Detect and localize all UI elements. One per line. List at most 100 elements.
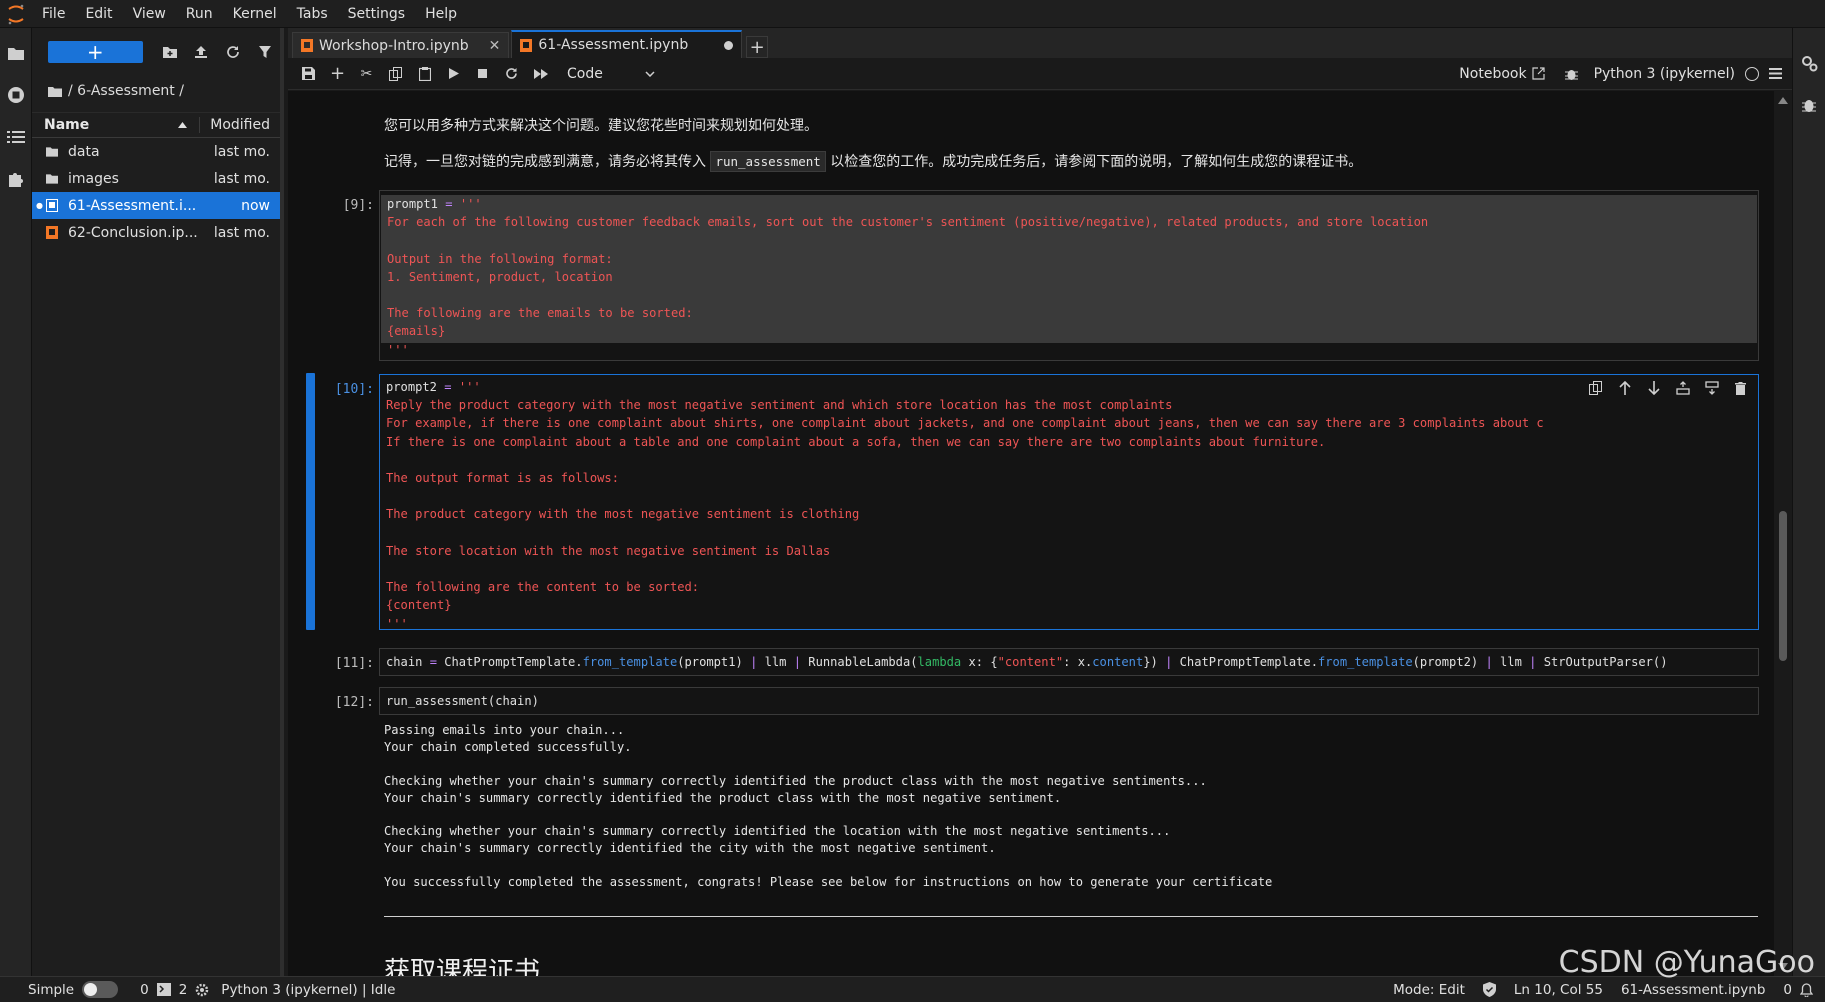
file-name: 62-Conclusion.ip...	[68, 224, 198, 241]
new-folder-icon[interactable]	[155, 39, 186, 65]
code-line: The following are the emails to be sorte…	[387, 306, 693, 321]
notebook-label: Notebook	[1459, 65, 1527, 82]
refresh-icon[interactable]	[218, 39, 249, 65]
notebook-toolbar: + ✂ Code Notebook Python 3 (ipykernel)	[288, 58, 1792, 90]
code-line: {content}	[386, 598, 452, 613]
restart-icon[interactable]	[497, 62, 526, 86]
tab-61-assessment[interactable]: 61-Assessment.ipynb	[511, 30, 743, 58]
debugger-icon[interactable]	[1793, 84, 1825, 126]
file-modified: now	[241, 197, 270, 214]
paste-icon[interactable]	[410, 62, 439, 86]
add-tab-button[interactable]: +	[746, 36, 769, 58]
breadcrumb-path[interactable]: / 6-Assessment /	[68, 83, 184, 99]
file-list-header: Name Modified	[32, 112, 280, 138]
simple-mode-label: Simple	[28, 981, 75, 998]
kernel-count[interactable]: 2	[179, 982, 188, 998]
code-cell-9[interactable]: prompt1 = ''' For each of the following …	[379, 190, 1759, 361]
move-up-icon[interactable]	[1615, 379, 1634, 397]
property-inspector-icon[interactable]	[1793, 42, 1825, 84]
external-link-icon	[1531, 67, 1545, 80]
scroll-thumb[interactable]	[1779, 511, 1787, 661]
run-all-icon[interactable]	[526, 62, 555, 86]
upload-icon[interactable]	[186, 39, 217, 65]
markdown-text: 记得，一旦您对链的完成感到满意，请务必将其传入	[384, 154, 706, 170]
new-launcher-button[interactable]: +	[48, 41, 143, 63]
scroll-up-icon[interactable]	[1778, 97, 1788, 104]
menu-run[interactable]: Run	[176, 0, 223, 28]
cell-type-select[interactable]: Code	[567, 66, 655, 82]
code-line: prompt2 = '''	[386, 380, 481, 394]
file-item-images[interactable]: images last mo.	[32, 165, 280, 192]
breadcrumb[interactable]: / 6-Assessment /	[32, 76, 280, 106]
insert-above-icon[interactable]	[1673, 379, 1692, 397]
duplicate-icon[interactable]	[1586, 379, 1605, 397]
code-cell-11[interactable]: chain = ChatPromptTemplate.from_template…	[379, 648, 1759, 676]
save-icon[interactable]	[294, 62, 323, 86]
document-tab-bar: Workshop-Intro.ipynb ✕ 61-Assessment.ipy…	[288, 28, 1792, 58]
cut-icon[interactable]: ✂	[352, 62, 381, 86]
kernel-status[interactable]: Python 3 (ipykernel) | Idle	[221, 982, 395, 998]
code-line: 1. Sentiment, product, location	[387, 269, 613, 284]
running-icon[interactable]	[0, 74, 32, 116]
running-dot-icon: ●	[36, 201, 43, 210]
menu-file[interactable]: File	[32, 0, 75, 28]
code-line: Output in the following format:	[387, 251, 613, 266]
menu-view[interactable]: View	[123, 0, 176, 28]
debugger-icon[interactable]	[1564, 67, 1578, 81]
bell-icon[interactable]	[1800, 982, 1813, 997]
notification-count[interactable]: 0	[1783, 982, 1792, 998]
cell-prompt: [10]:	[334, 382, 374, 397]
filter-icon[interactable]	[249, 39, 280, 65]
file-modified: last mo.	[213, 143, 270, 160]
notebook-scrollbar[interactable]	[1774, 91, 1792, 976]
notebook-icon	[32, 226, 58, 239]
file-item-61-assessment[interactable]: ● 61-Assessment.i... now	[32, 192, 280, 219]
extension-icon[interactable]	[0, 158, 32, 200]
stop-icon[interactable]	[468, 62, 497, 86]
menu-icon[interactable]	[1769, 68, 1782, 79]
simple-mode-toggle[interactable]	[82, 981, 119, 998]
jupyter-logo-icon	[0, 0, 32, 28]
kernel-name[interactable]: Python 3 (ipykernel)	[1594, 66, 1735, 82]
toc-icon[interactable]	[0, 116, 32, 158]
close-icon[interactable]: ✕	[489, 38, 501, 54]
file-item-data[interactable]: data last mo.	[32, 138, 280, 165]
terminal-count[interactable]: 0	[140, 982, 149, 998]
unsaved-dot-icon[interactable]	[724, 40, 734, 50]
menu-kernel[interactable]: Kernel	[223, 0, 287, 28]
tab-workshop-intro[interactable]: Workshop-Intro.ipynb ✕	[292, 32, 510, 58]
run-icon[interactable]	[439, 62, 468, 86]
folder-icon[interactable]	[0, 32, 32, 74]
left-activity-bar	[0, 28, 32, 976]
delete-icon[interactable]	[1731, 379, 1750, 397]
menu-help[interactable]: Help	[415, 0, 467, 28]
notebook-icon: ●	[32, 199, 58, 212]
markdown-line-1: 您可以用多种方式来解决这个问题。建议您花些时间来规划如何处理。	[384, 118, 818, 134]
markdown-line-2: 记得，一旦您对链的完成感到满意，请务必将其传入 run_assessment 以…	[384, 151, 1362, 172]
insert-below-icon[interactable]	[1702, 379, 1721, 397]
menu-tabs[interactable]: Tabs	[287, 0, 338, 28]
insert-cell-icon[interactable]: +	[323, 62, 352, 86]
breadcrumb-folder-icon	[48, 86, 62, 97]
column-modified-header[interactable]: Modified	[200, 117, 280, 133]
code-cell-10[interactable]: prompt2 = ''' Reply the product category…	[379, 374, 1759, 631]
file-item-62-conclusion[interactable]: 62-Conclusion.ip... last mo.	[32, 219, 280, 246]
open-notebook-link[interactable]: Notebook	[1459, 65, 1545, 82]
copy-icon[interactable]	[381, 62, 410, 86]
column-name-header[interactable]: Name	[32, 117, 200, 133]
menu-edit[interactable]: Edit	[75, 0, 122, 28]
trusted-icon[interactable]	[1482, 982, 1496, 997]
code-line: Reply the product category with the most…	[386, 398, 1173, 413]
active-cell-indicator	[306, 373, 315, 630]
move-down-icon[interactable]	[1644, 379, 1663, 397]
code-cell-12[interactable]: run_assessment(chain)	[379, 687, 1759, 715]
kernel-status-icon	[1745, 66, 1759, 81]
cursor-position[interactable]: Ln 10, Col 55	[1514, 982, 1603, 998]
menu-settings[interactable]: Settings	[338, 0, 415, 28]
